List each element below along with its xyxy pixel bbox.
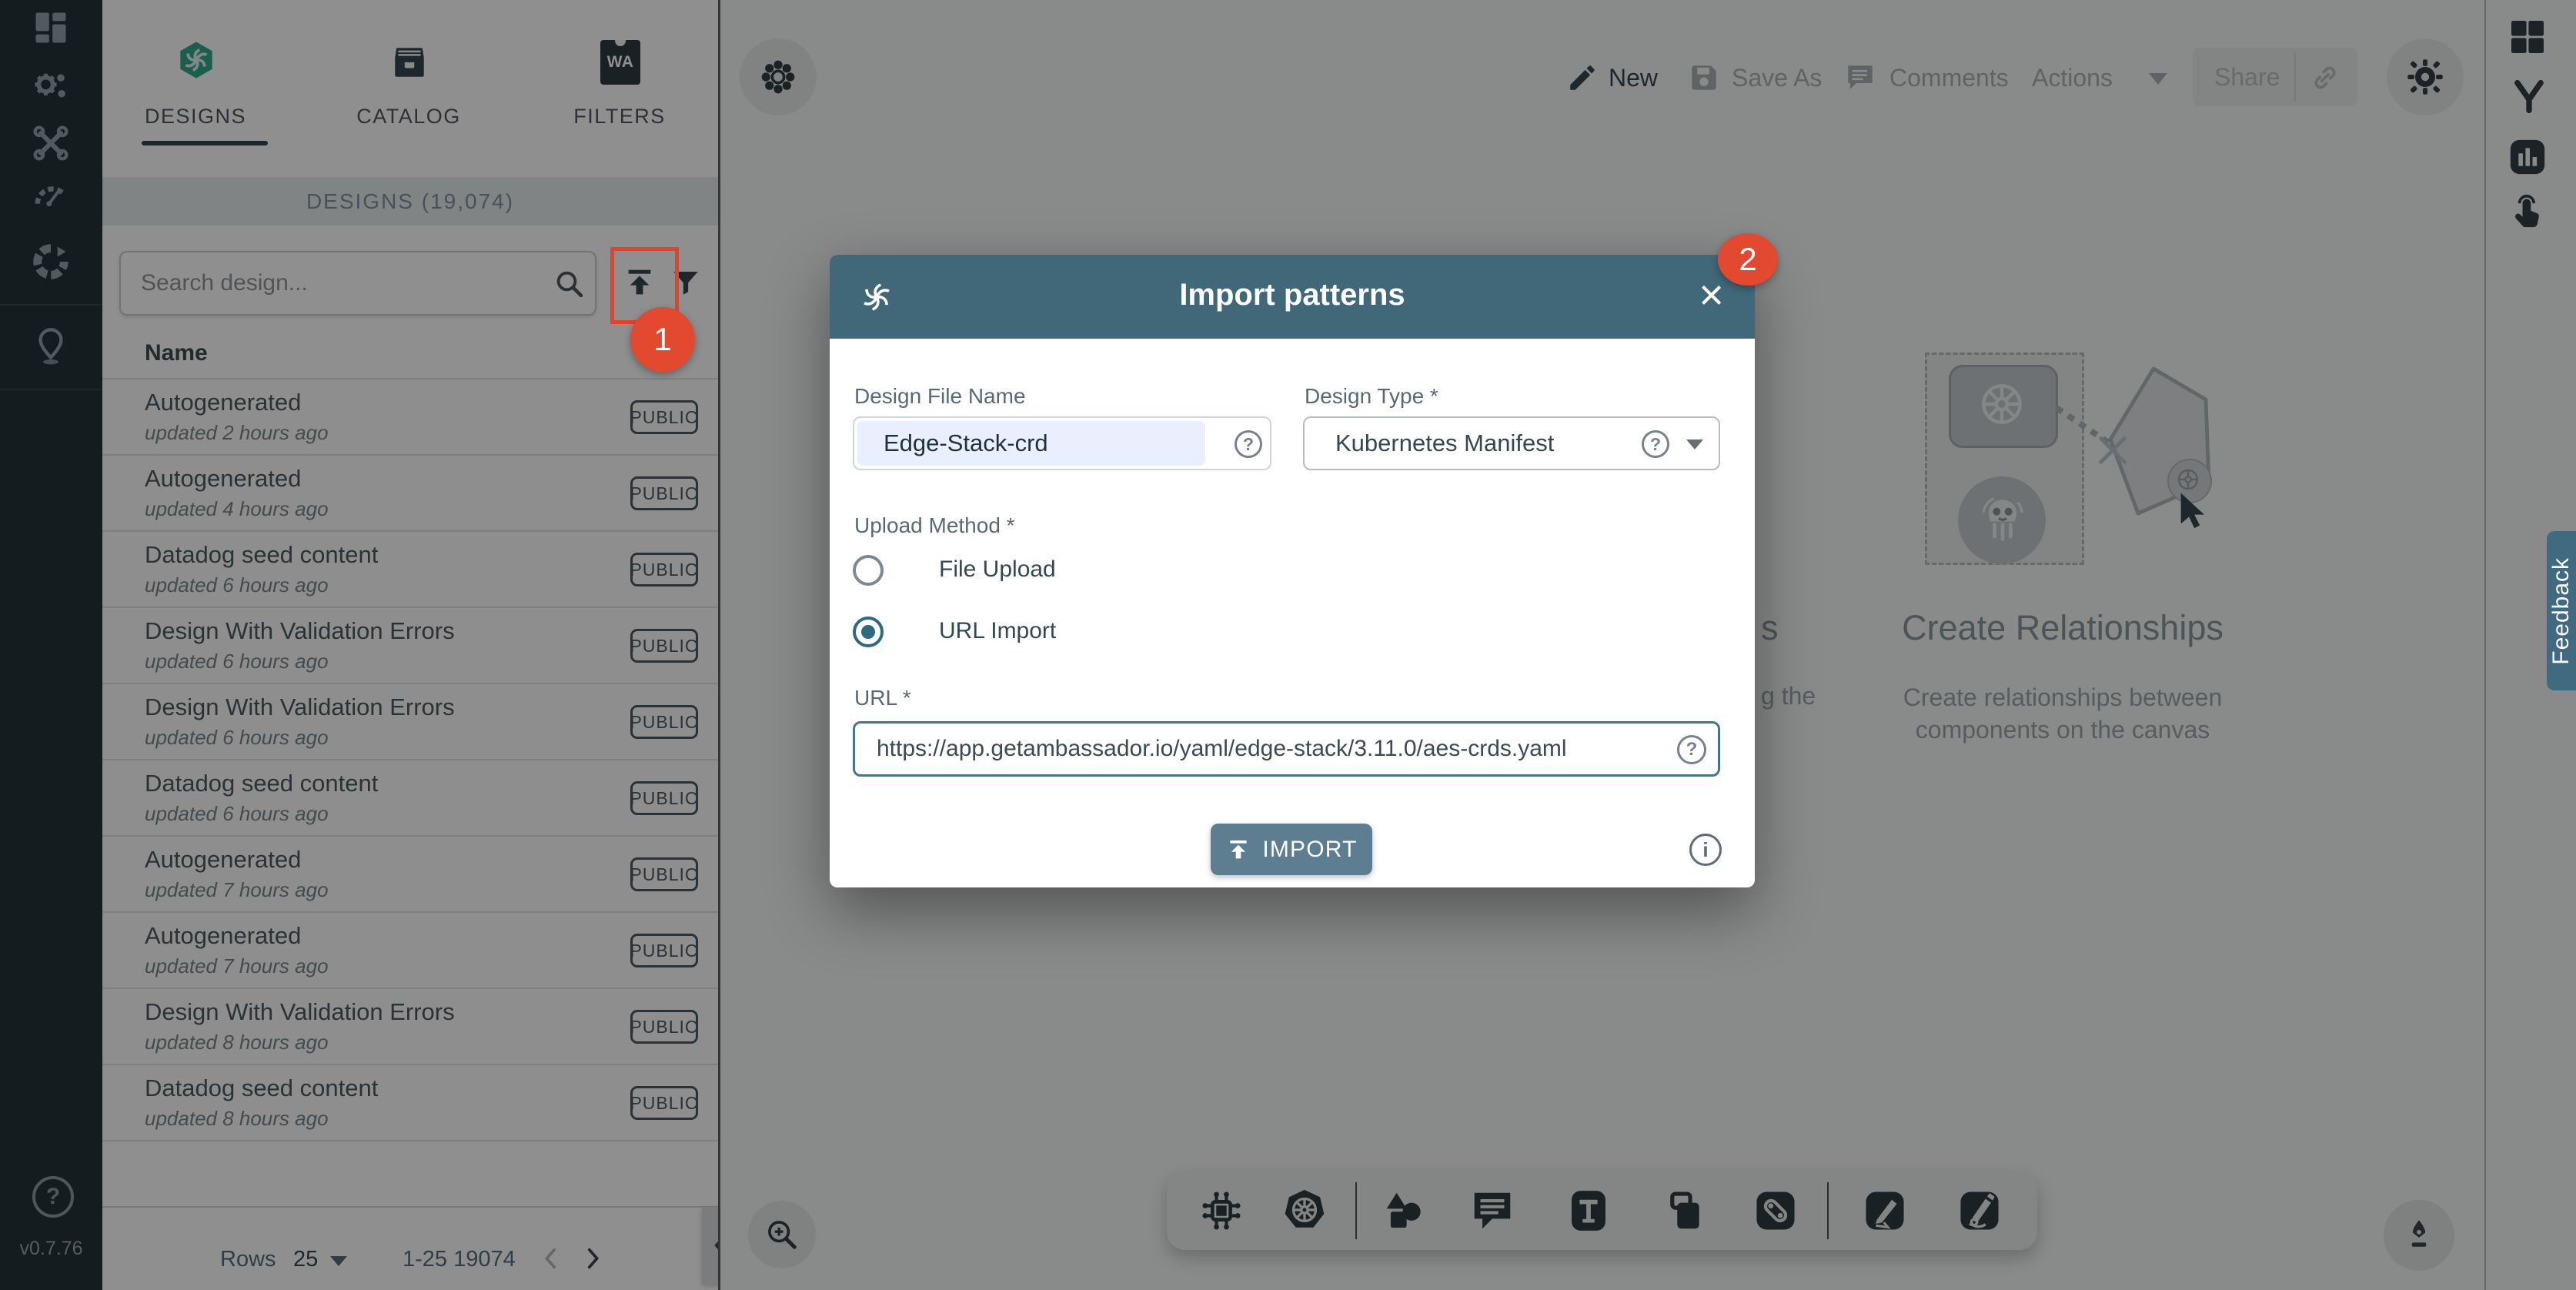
- modal-header: Import patterns ×: [830, 255, 1755, 339]
- upload-method-label: Upload Method *: [854, 513, 1015, 538]
- radio-unselected-icon: [853, 555, 884, 586]
- feedback-tab[interactable]: Feedback: [2547, 531, 2576, 690]
- help-icon[interactable]: ?: [1677, 735, 1706, 764]
- feedback-label: Feedback: [2548, 557, 2574, 665]
- design-file-name-field[interactable]: Edge-Stack-crd ?: [853, 416, 1271, 470]
- file-upload-option[interactable]: File Upload: [853, 555, 1161, 589]
- design-file-name-value: Edge-Stack-crd: [884, 418, 1048, 469]
- annotation-badge-1: 1: [630, 307, 695, 372]
- help-icon[interactable]: ?: [1642, 430, 1669, 458]
- annotation-badge-2: 2: [1718, 233, 1778, 286]
- url-label: URL *: [854, 686, 911, 710]
- file-upload-label: File Upload: [939, 556, 1056, 583]
- import-button[interactable]: IMPORT: [1211, 824, 1372, 875]
- url-import-option[interactable]: URL Import: [853, 617, 1161, 650]
- import-patterns-modal: Import patterns × Design File Name Edge-…: [830, 255, 1755, 887]
- close-icon[interactable]: ×: [1699, 272, 1724, 318]
- url-value: https://app.getambassador.io/yaml/edge-s…: [877, 724, 1567, 774]
- modal-title: Import patterns: [830, 278, 1755, 312]
- meshery-app: ? v0.7.76 DESIGNS CATALOG WA FILTERS DES…: [0, 0, 2576, 1290]
- select-caret-icon: [1686, 439, 1703, 449]
- import-button-label: IMPORT: [1262, 837, 1357, 863]
- design-file-name-label: Design File Name: [854, 384, 1026, 409]
- radio-selected-icon: [853, 617, 884, 647]
- info-icon[interactable]: i: [1689, 834, 1722, 866]
- design-type-value: Kubernetes Manifest: [1335, 418, 1554, 469]
- url-import-label: URL Import: [939, 618, 1056, 644]
- design-type-label: Design Type *: [1305, 384, 1438, 409]
- design-type-select[interactable]: Kubernetes Manifest ?: [1303, 416, 1720, 470]
- import-upload-icon: [1225, 837, 1251, 863]
- url-input[interactable]: https://app.getambassador.io/yaml/edge-s…: [853, 721, 1720, 777]
- help-icon[interactable]: ?: [1235, 430, 1262, 458]
